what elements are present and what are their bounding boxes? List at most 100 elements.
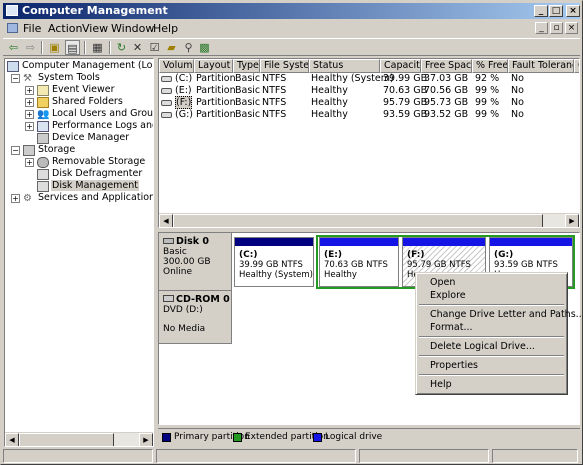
menu-file[interactable]: File	[23, 22, 41, 35]
volume-icon	[161, 75, 172, 82]
volume-percent-free: 92 %	[475, 73, 500, 84]
scroll-thumb[interactable]	[173, 214, 543, 227]
menu-item-open[interactable]: Open	[430, 277, 455, 288]
partition-size: 70.63 GB NTFS	[324, 260, 388, 270]
partition-size: 95.79 GB NTFS	[407, 260, 471, 270]
scroll-thumb[interactable]	[19, 433, 114, 446]
tree-label: Performance Logs and Alerts	[52, 120, 153, 131]
menu-help[interactable]: Help	[153, 22, 178, 35]
volume-status: Healthy (System)	[311, 73, 394, 84]
volume-fault-tolerance: No	[511, 85, 524, 96]
expand-icon[interactable]: +	[25, 86, 34, 95]
disk-status: Online	[163, 267, 193, 277]
disk-0-label[interactable]: Disk 0 Basic 300.00 GB Online	[159, 233, 232, 291]
show-hide-tree-icon[interactable]: ▤	[65, 40, 80, 55]
expand-icon[interactable]: +	[25, 110, 34, 119]
up-folder-icon[interactable]: ▣	[47, 40, 62, 55]
expand-icon[interactable]: +	[25, 98, 34, 107]
volume-free-space: 95.73 GB	[424, 97, 469, 108]
scroll-right-icon[interactable]: ▶	[565, 214, 579, 227]
volume-list-horizontal-scrollbar[interactable]: ◀ ▶	[159, 213, 579, 227]
back-arrow-icon[interactable]: ⇦	[6, 40, 21, 55]
app-menu-icon[interactable]	[7, 23, 18, 33]
menu-view[interactable]: View	[82, 22, 108, 35]
legend-logical: Logical drive	[325, 432, 383, 442]
column-file-system[interactable]: File System	[260, 59, 309, 73]
partition-name: (E:)	[324, 250, 342, 260]
volume-icon	[161, 99, 172, 106]
minimize-button[interactable]: _	[534, 5, 548, 17]
column-fault-tolerance[interactable]: Fault Tolerance	[508, 59, 574, 73]
refresh-icon[interactable]: ↻	[114, 40, 129, 55]
primary-swatch	[162, 433, 171, 442]
partition-size: 93.59 GB NTFS	[494, 260, 558, 270]
users-icon: 👥	[37, 109, 50, 120]
tree-label: Services and Applications	[38, 192, 154, 203]
column-type[interactable]: Type	[233, 59, 260, 73]
title-bar[interactable]: Computer Management _ □ ×	[3, 3, 580, 19]
partition-e[interactable]: (E:) 70.63 GB NTFS Healthy	[319, 237, 399, 287]
search-icon[interactable]: ⚲	[181, 40, 196, 55]
mdi-restore-button[interactable]: ▫	[550, 22, 563, 34]
volume-type: Basic	[235, 97, 261, 108]
properties-icon[interactable]: ▦	[90, 40, 105, 55]
menu-window[interactable]: Window	[111, 22, 154, 35]
column-volume[interactable]: Volume	[159, 59, 194, 73]
volume-fault-tolerance: No	[511, 73, 524, 84]
disk-type: Basic	[163, 247, 187, 257]
scroll-left-icon[interactable]: ◀	[159, 214, 173, 227]
menu-item-change-drive-letter[interactable]: Change Drive Letter and Paths...	[430, 309, 583, 320]
status-bar	[3, 449, 580, 464]
checklist-icon[interactable]: ☑	[147, 40, 162, 55]
status-pane	[492, 449, 578, 463]
services-icon: ⚙	[23, 193, 32, 204]
menu-item-delete-logical-drive[interactable]: Delete Logical Drive...	[430, 341, 535, 352]
collapse-icon[interactable]: −	[11, 74, 20, 83]
menu-item-help[interactable]: Help	[430, 379, 452, 390]
maximize-button[interactable]: □	[549, 5, 563, 17]
logical-drive-bar	[490, 238, 572, 246]
cdrom-0-label[interactable]: CD-ROM 0 DVD (D:) No Media	[159, 291, 232, 344]
column-status[interactable]: Status	[309, 59, 380, 73]
scroll-right-icon[interactable]: ▶	[139, 433, 153, 446]
column-capacity[interactable]: Capacity	[380, 59, 421, 73]
volume-layout: Partition	[196, 85, 236, 96]
expand-icon[interactable]: +	[25, 158, 34, 167]
expand-icon[interactable]: +	[11, 194, 20, 203]
menu-item-properties[interactable]: Properties	[430, 360, 478, 371]
mdi-minimize-button[interactable]: _	[535, 22, 548, 34]
tree-label: Device Manager	[52, 132, 130, 143]
disk-help-icon[interactable]: ▩	[197, 40, 212, 55]
mdi-close-button[interactable]: ×	[565, 22, 578, 34]
scroll-left-icon[interactable]: ◀	[5, 433, 19, 446]
column-overhead[interactable]: Ov	[574, 59, 579, 73]
volume-row[interactable]: (G:) Partition Basic NTFS Healthy 93.59 …	[159, 109, 579, 122]
logical-drive-bar	[320, 238, 398, 246]
menu-item-format[interactable]: Format...	[430, 322, 473, 333]
column-free-space[interactable]: Free Space	[421, 59, 472, 73]
collapse-icon[interactable]: −	[11, 146, 20, 155]
partition-status: Healthy (System)	[239, 270, 313, 280]
computer-icon	[7, 61, 19, 72]
disk-size: 300.00 GB	[163, 257, 211, 267]
menu-item-explore[interactable]: Explore	[430, 290, 466, 301]
column-percent-free[interactable]: % Free	[472, 59, 508, 73]
delete-icon[interactable]: ✕	[130, 40, 145, 55]
forward-arrow-icon[interactable]: ⇨	[23, 40, 38, 55]
context-menu: Open Explore Change Drive Letter and Pat…	[415, 272, 583, 395]
tree-horizontal-scrollbar[interactable]: ◀ ▶	[5, 432, 153, 446]
close-button[interactable]: ×	[566, 5, 580, 17]
open-folder-icon[interactable]: ▰	[164, 40, 179, 55]
partition-c[interactable]: (C:) 39.99 GB NTFS Healthy (System)	[234, 237, 314, 287]
volume-free-space: 37.03 GB	[424, 73, 469, 84]
volume-layout: Partition	[196, 73, 236, 84]
expand-icon[interactable]: +	[25, 122, 34, 131]
tree-label: Removable Storage	[52, 156, 146, 167]
tree-label: System Tools	[38, 72, 100, 83]
volume-icon	[161, 87, 172, 94]
column-layout[interactable]: Layout	[194, 59, 233, 73]
device-manager-icon	[37, 133, 49, 144]
toolbar-separator	[109, 41, 111, 54]
status-pane	[3, 449, 153, 463]
menu-action[interactable]: Action	[48, 22, 82, 35]
